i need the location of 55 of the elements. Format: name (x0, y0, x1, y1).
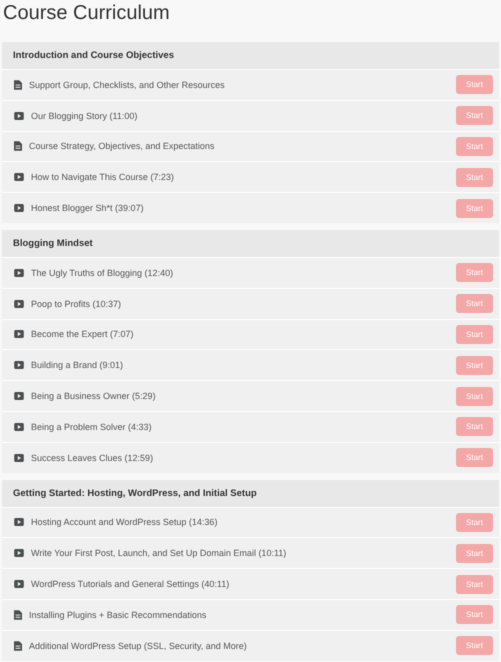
lesson-title: Honest Blogger Sh*t (39:07) (31, 203, 145, 214)
page-title: Course Curriculum (2, 1, 171, 26)
video-icon (14, 268, 24, 277)
video-icon (14, 112, 24, 120)
video-icon (14, 422, 24, 431)
lesson-title: Support Group, Checklists, and Other Resources (29, 80, 226, 90)
video-icon (14, 204, 24, 212)
start-button[interactable]: Start (456, 106, 493, 126)
video-icon (14, 300, 24, 308)
start-button[interactable]: Start (456, 263, 493, 282)
video-icon (14, 361, 24, 370)
lesson-title: Our Blogging Story (11:00) (31, 110, 138, 121)
lesson-title: Building a Brand (9:01) (31, 360, 124, 370)
start-button[interactable]: Start (456, 574, 493, 594)
lesson-title: The Ugly Truths of Blogging (12:40) (31, 268, 174, 278)
start-button[interactable]: Start (456, 386, 493, 406)
start-button[interactable]: Start (456, 294, 493, 314)
section-header: Introduction and Course Objectives (2, 42, 499, 69)
start-button[interactable]: Start (456, 448, 493, 468)
video-icon (14, 454, 24, 462)
lesson-title: How to Navigate This Course (7:23) (31, 172, 175, 182)
document-icon (14, 80, 22, 90)
video-icon (14, 549, 24, 558)
start-button[interactable]: Start (456, 512, 493, 532)
lesson-title: Being a Problem Solver (4:33) (31, 422, 153, 432)
document-icon (14, 610, 22, 620)
lesson-title: Poop to Profits (10:37) (31, 298, 122, 309)
start-button[interactable]: Start (456, 417, 493, 436)
start-button[interactable]: Start (456, 605, 493, 624)
lesson-title: Write Your First Post, Launch, and Set Up Domain Email (10:11) (31, 548, 288, 558)
lesson-title: Become the Expert (7:07) (31, 329, 135, 340)
start-button[interactable]: Start (456, 136, 493, 156)
video-icon (14, 392, 24, 400)
document-icon (14, 141, 22, 152)
lesson-title: Success Leaves Clues (12:59) (31, 452, 154, 463)
start-button[interactable]: Start (456, 356, 493, 375)
start-button[interactable]: Start (456, 198, 493, 218)
start-button[interactable]: Start (456, 636, 493, 656)
section-header: Getting Started: Hosting, WordPress, and Initial Setup (2, 480, 499, 507)
video-icon (14, 580, 24, 588)
lesson-title: Course Strategy, Objectives, and Expectations (29, 141, 216, 152)
lesson-title: Additional WordPress Setup (SSL, Security, and More) (29, 640, 248, 651)
document-icon (14, 640, 22, 651)
start-button[interactable]: Start (456, 544, 493, 563)
video-icon (14, 330, 24, 338)
video-icon (14, 173, 24, 182)
start-button[interactable]: Start (456, 168, 493, 187)
section-header: Blogging Mindset (2, 230, 499, 257)
lesson-title: WordPress Tutorials and General Settings (40:11) (31, 579, 230, 590)
lesson-title: Installing Plugins + Basic Recommendations (29, 610, 208, 620)
start-button[interactable]: Start (456, 75, 493, 94)
lesson-title: Hosting Account and WordPress Setup (14:36) (31, 517, 218, 528)
start-button[interactable]: Start (456, 324, 493, 344)
lesson-title: Being a Business Owner (5:29) (31, 391, 157, 402)
video-icon (14, 518, 24, 526)
